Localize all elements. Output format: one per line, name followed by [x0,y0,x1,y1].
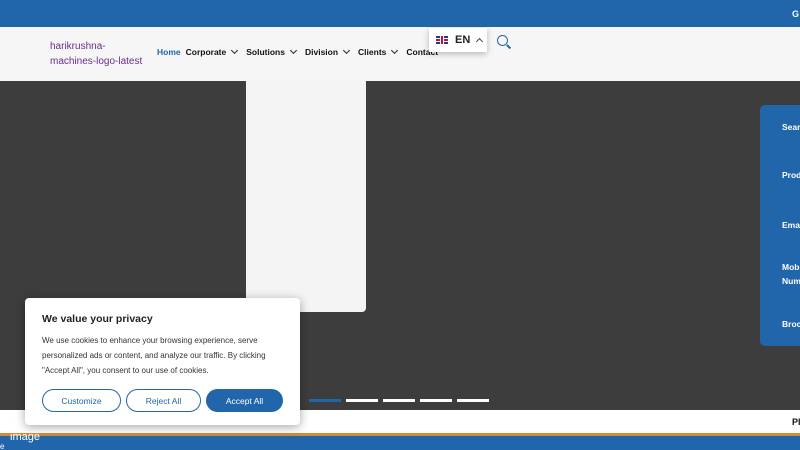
cookie-message: We use cookies to enhance your browsing … [42,336,266,375]
main-nav: Home Corporate Solutions Division Client… [157,46,443,57]
nav-label: Solutions [246,47,285,57]
nav-item-division[interactable]: Division [304,46,353,57]
slider-dot[interactable] [346,399,378,402]
language-label: EN [455,34,471,46]
search-icon-handle [506,44,512,49]
cookie-title: We value your privacy [42,313,153,325]
nav-item-corporate[interactable]: Corporate [185,46,242,57]
chevron-down-icon [231,46,239,55]
language-switcher[interactable]: EN [429,28,487,52]
side-label-product: Prod [782,170,800,180]
info-strip-text: Pl [792,417,800,427]
nav-label: Division [304,47,339,57]
chevron-up-icon [476,37,484,46]
nav-label: Home [157,47,181,57]
nav-label: Clients [358,47,387,57]
nav-item-solutions[interactable]: Solutions [246,46,300,57]
top-bar: G [0,0,800,27]
reject-all-button[interactable]: Reject All [126,389,201,412]
cookie-consent-banner: We value your privacy We use cookies to … [25,298,300,425]
side-label-email: Ema [782,220,800,230]
chevron-down-icon [391,46,399,55]
side-label-search: Sear [782,122,800,132]
accept-all-button[interactable]: Accept All [206,389,283,412]
slider-dot[interactable] [383,399,415,402]
header-navbar: harikrushna-machines-logo-latest Home Co… [0,27,800,81]
nav-dropdown-panel [246,81,366,312]
broken-image-alt: image [10,431,40,443]
top-bar-text: G [792,9,800,19]
nav-item-home[interactable]: Home [157,47,181,57]
uk-flag-icon [436,36,448,44]
search-button[interactable] [496,34,512,50]
side-label-brochure: Broc [782,319,800,329]
site-logo[interactable]: harikrushna-machines-logo-latest [50,39,150,69]
cut-off-text: e [0,442,5,450]
nav-label: Corporate [185,47,227,57]
customize-button[interactable]: Customize [42,389,121,412]
side-label-mobile: Mob [782,262,800,272]
slider-dot[interactable] [309,399,341,402]
chevron-down-icon [289,46,298,55]
enquiry-side-form: Sear Prod Ema Mob Num Broc [760,105,800,346]
slider-dot[interactable] [420,399,452,402]
chevron-down-icon [343,46,351,55]
nav-item-clients[interactable]: Clients [358,46,401,57]
slider-pagination [309,399,494,402]
side-label-number: Num [782,276,800,286]
slider-dot[interactable] [457,399,489,402]
bottom-bar [0,436,800,450]
